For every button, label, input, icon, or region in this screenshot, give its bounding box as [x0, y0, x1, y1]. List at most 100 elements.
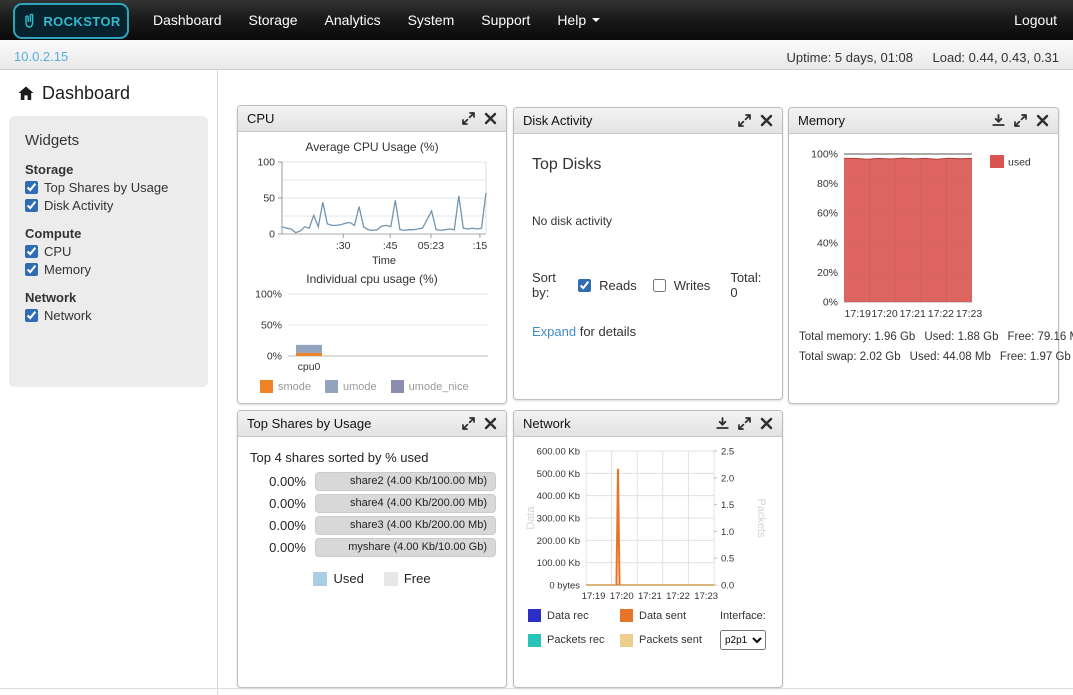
rockstor-logo[interactable]: ROCKSTOR	[13, 3, 129, 39]
interface-select[interactable]: p2p1	[720, 630, 766, 650]
logout-button[interactable]: Logout	[1014, 0, 1057, 40]
network-chart: 0 bytes100.00 Kb200.00 Kb300.00 Kb400.00…	[522, 443, 774, 605]
cpu-widget-title: CPU	[247, 111, 274, 126]
disk-total-text: Total: 0	[730, 270, 766, 300]
widget-checkbox[interactable]	[25, 181, 38, 194]
shares-widget-header: Top Shares by Usage	[238, 411, 506, 437]
close-icon[interactable]	[760, 114, 773, 127]
download-icon[interactable]	[716, 417, 729, 430]
widget-group-label: Network	[25, 290, 192, 305]
expand-icon[interactable]	[462, 417, 475, 430]
nav-item-support[interactable]: Support	[481, 12, 530, 28]
widget-label: CPU	[44, 244, 71, 259]
share-percent: 0.00%	[248, 474, 315, 489]
shares-widget-title: Top Shares by Usage	[247, 416, 371, 431]
download-icon[interactable]	[992, 114, 1005, 127]
reads-checkbox[interactable]	[578, 279, 591, 292]
legend-item: Used	[313, 571, 363, 586]
disk-activity-widget: Disk Activity Top Disks No disk activity…	[513, 107, 783, 400]
svg-text:60%: 60%	[816, 208, 837, 220]
share-usage-bar: share4 (4.00 Kb/200.00 Mb)	[315, 494, 496, 513]
expand-link[interactable]: Expand	[532, 324, 576, 339]
svg-text:Time: Time	[372, 255, 396, 267]
widgets-title: Widgets	[25, 132, 192, 149]
svg-text::45: :45	[383, 240, 398, 252]
widget-label: Memory	[44, 262, 91, 277]
svg-text:Data: Data	[525, 506, 537, 530]
reads-label: Reads	[599, 278, 637, 293]
sidebar: Dashboard Widgets Storage Top Shares by U…	[0, 70, 218, 695]
share-usage-bar: myshare (4.00 Kb/10.00 Gb)	[315, 538, 496, 557]
total-swap-text: Total swap: 2.02 Gb	[799, 351, 901, 363]
widget-checkbox[interactable]	[25, 245, 38, 258]
legend-item: Packets rec	[528, 634, 620, 647]
nav-item-help[interactable]: Help	[557, 12, 600, 28]
svg-text:0.5: 0.5	[721, 554, 734, 565]
memory-free-text: Free: 79.16 Mb	[1007, 331, 1073, 343]
svg-text:80%: 80%	[816, 178, 837, 190]
home-icon	[18, 86, 34, 101]
widget-group-label: Storage	[25, 162, 192, 177]
close-icon[interactable]	[1036, 114, 1049, 127]
uptime-text: Uptime: 5 days, 01:08	[787, 50, 913, 65]
cpu-widget-header: CPU	[238, 106, 506, 132]
cpu-chart-legend: smodeumodeumode_nice	[260, 380, 506, 393]
caret-down-icon	[592, 18, 600, 22]
widget-toggle-top-shares-by-usage: Top Shares by Usage	[25, 180, 192, 195]
disk-widget-title: Disk Activity	[523, 113, 592, 128]
svg-text:0.0: 0.0	[721, 581, 734, 592]
nav-item-system[interactable]: System	[408, 12, 455, 28]
widget-toggle-memory: Memory	[25, 262, 192, 277]
nav-item-storage[interactable]: Storage	[249, 12, 298, 28]
network-legend: Data recData sentInterface:Packets recPa…	[528, 609, 778, 650]
widget-checkbox[interactable]	[25, 309, 38, 322]
page-title-label: Dashboard	[42, 83, 130, 104]
nav-item-dashboard[interactable]: Dashboard	[153, 12, 222, 28]
expand-rest-text: for details	[576, 324, 636, 339]
legend-item: Free	[384, 571, 431, 586]
legend-swatch	[313, 572, 327, 586]
close-icon[interactable]	[484, 417, 497, 430]
shares-chart-title: Top 4 shares sorted by % used	[250, 450, 506, 465]
widget-checkbox[interactable]	[25, 263, 38, 276]
nav-item-analytics[interactable]: Analytics	[325, 12, 381, 28]
host-ip-link[interactable]: 10.0.2.15	[14, 49, 68, 64]
expand-icon[interactable]	[1014, 114, 1027, 127]
memory-summary-line2: Total swap: 2.02 Gb Used: 44.08 Mb Free:…	[799, 351, 1058, 363]
svg-text:Packets: Packets	[755, 498, 767, 538]
share-row: 0.00%share2 (4.00 Kb/100.00 Mb)	[248, 471, 496, 491]
widget-label: Top Shares by Usage	[44, 180, 168, 195]
memory-used-text: Used: 1.88 Gb	[924, 331, 998, 343]
svg-text:2.0: 2.0	[721, 473, 734, 484]
swap-free-text: Free: 1.97 Gb	[1000, 351, 1071, 363]
legend-item: Packets sent	[620, 634, 720, 647]
writes-checkbox[interactable]	[653, 279, 666, 292]
svg-text:17:22: 17:22	[927, 308, 953, 320]
cpu-widget: CPU Average CPU Usage (%) 050100:30:4505…	[237, 105, 507, 404]
close-icon[interactable]	[760, 417, 773, 430]
network-widget: Network 0 bytes100.00 Kb200.00 Kb300.00 …	[513, 410, 783, 688]
top-shares-widget: Top Shares by Usage Top 4 shares sorted …	[237, 410, 507, 688]
widget-checkbox[interactable]	[25, 199, 38, 212]
memory-summary-line1: Total memory: 1.96 Gb Used: 1.88 Gb Free…	[799, 331, 1058, 343]
expand-icon[interactable]	[738, 114, 751, 127]
cpu-average-chart: 050100:30:4505:23:15Time	[246, 154, 498, 268]
disk-widget-header: Disk Activity	[514, 108, 782, 134]
svg-text:17:21: 17:21	[638, 591, 662, 602]
share-row: 0.00%share4 (4.00 Kb/200.00 Mb)	[248, 493, 496, 513]
svg-text:100%: 100%	[811, 149, 838, 161]
expand-icon[interactable]	[462, 112, 475, 125]
expand-icon[interactable]	[738, 417, 751, 430]
svg-text:0%: 0%	[822, 297, 837, 309]
svg-text::30: :30	[336, 240, 351, 252]
svg-text:17:19: 17:19	[844, 308, 870, 320]
svg-text:1.5: 1.5	[721, 500, 734, 511]
total-memory-text: Total memory: 1.96 Gb	[799, 331, 915, 343]
legend-item: smode	[260, 380, 311, 393]
share-row: 0.00%myshare (4.00 Kb/10.00 Gb)	[248, 537, 496, 557]
widget-label: Disk Activity	[44, 198, 113, 213]
interface-label: Interface:	[720, 610, 778, 622]
close-icon[interactable]	[484, 112, 497, 125]
widgets-box: Widgets Storage Top Shares by Usage Disk A…	[9, 116, 208, 387]
load-text: Load: 0.44, 0.43, 0.31	[933, 50, 1060, 65]
